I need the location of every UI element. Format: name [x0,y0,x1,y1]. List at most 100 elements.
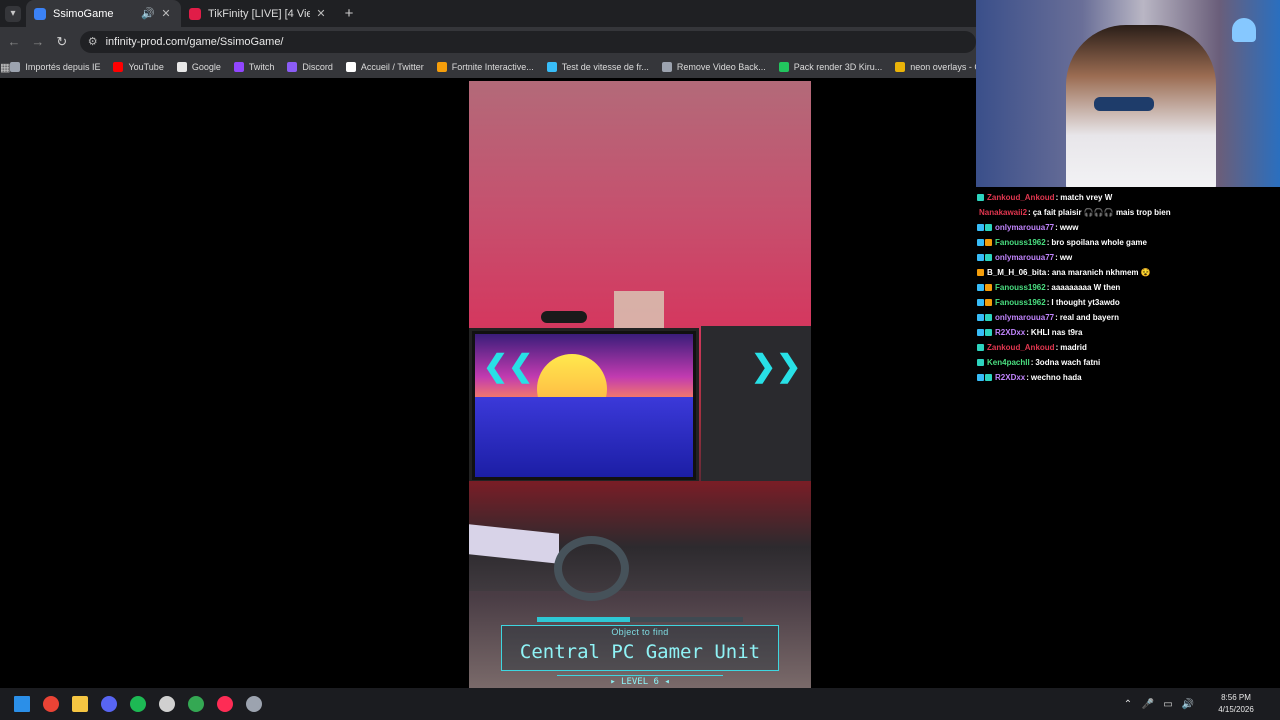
bookmark-item[interactable]: Discord [287,62,333,72]
close-tab-icon[interactable]: ✕ [314,7,328,21]
wall-frame [614,291,664,331]
obs-button[interactable] [152,688,181,720]
bookmark-item[interactable]: Importés depuis IE [10,62,100,72]
chat-text: match vrey W [1060,193,1113,202]
new-tab-button[interactable]: + [336,0,362,27]
chat-separator: : [1030,358,1034,367]
chat-message: Fanouss1962: bro spoilana whole game [976,235,1280,250]
chat-username[interactable]: R2XDxx [995,373,1025,382]
chat-text: ça fait plaisir 🎧🎧🎧 mais trop bien [1032,208,1171,217]
address-bar[interactable]: ⚙ infinity-prod.com/game/SsimoGame/ [79,30,977,53]
settings-button[interactable] [239,688,268,720]
streamer-webcam [976,0,1280,187]
close-tab-icon[interactable]: ✕ [159,7,173,21]
bookmark-label: Discord [302,62,333,72]
chat-username[interactable]: B_M_H_06_bita [987,268,1046,277]
chat-message: Zankoud_Ankoud: match vrey W [976,190,1280,205]
speaker-icon[interactable]: 🔊 [141,7,155,21]
chat-separator: : [1047,268,1050,277]
bookmark-label: Accueil / Twitter [360,62,424,72]
level-indicator: ▸ LEVEL 6 ◂ [557,675,723,688]
browser-toolbar: ← → ↻ ⚙ infinity-prod.com/game/SsimoGame… [0,27,977,56]
chat-username[interactable]: onlymarouua77 [995,223,1054,232]
chat-username[interactable]: Fanouss1962 [995,298,1046,307]
file-explorer-button[interactable] [65,688,94,720]
bookmark-label: neon overlays - Goo... [910,62,976,72]
volume-icon[interactable]: 🔊 [1178,699,1198,710]
chrome-button[interactable] [36,688,65,720]
chat-text: www [1059,223,1079,232]
headset [554,536,629,601]
bookmark-item[interactable]: Accueil / Twitter [345,62,424,72]
bookmark-item[interactable]: Test de vitesse de fr... [546,62,649,72]
chat-message: onlymarouua77: ww [976,250,1280,265]
chrome-beta-button[interactable] [181,688,210,720]
spotify-button[interactable] [123,688,152,720]
file-explorer-icon [71,696,88,712]
chat-separator: : [1046,238,1050,247]
chat-text: madrid [1060,343,1087,352]
bookmark-item[interactable]: Twitch [233,62,274,72]
chat-badge-icon [985,239,992,246]
chat-username[interactable]: Fanouss1962 [995,238,1046,247]
chat-username[interactable]: Fanouss1962 [995,283,1046,292]
live-chat: Zankoud_Ankoud: match vrey W Nanakawaii2: ç… [976,190,1280,385]
taskbar-apps [0,688,268,720]
chat-username[interactable]: Ken4pachll [987,358,1030,367]
bookmark-favicon-icon [546,62,557,72]
chat-text: ana maranich nkhmem 😵 [1051,268,1151,277]
bookmark-item[interactable]: Google [176,62,221,72]
bookmark-item[interactable]: Fortnite Interactive... [436,62,534,72]
microphone-icon[interactable]: 🎤 [1138,699,1158,710]
lamp [1232,18,1256,42]
ssimogame-favicon-icon [34,7,46,20]
chat-separator: : [1055,343,1059,352]
bookmark-favicon-icon [233,62,244,72]
chat-separator: : [1055,313,1058,322]
bookmark-favicon-icon [287,62,298,72]
obs-icon [158,696,175,712]
bookmark-list: Importés depuis IE YouTube Google Twitch Dis… [10,62,976,72]
chat-message: Fanouss1962: aaaaaaaaa W then [976,280,1280,295]
forward-arrow-icon[interactable]: → [26,30,50,54]
clock[interactable]: 8:56 PM 4/15/2026 [1206,692,1266,716]
chat-username[interactable]: R2XDxx [995,328,1025,337]
apps-grid-icon[interactable]: ▦ [0,61,10,74]
chat-badges [977,359,985,366]
display-icon[interactable]: ▭ [1158,699,1178,710]
chat-username[interactable]: Nanakawaii2 [979,208,1027,217]
show-desktop-button[interactable] [1266,688,1280,720]
chat-badge-icon [977,314,984,321]
chevron-left-icon[interactable]: ❮❮ [483,349,533,384]
site-info-icon[interactable]: ⚙ [88,35,98,48]
chevron-right-icon[interactable]: ❯❯ [751,349,801,384]
back-arrow-icon[interactable]: ← [2,30,26,54]
bookmark-label: Test de vitesse de fr... [561,62,649,72]
chat-badge-icon [985,374,992,381]
tab-search-button[interactable]: ▾ [0,0,26,27]
system-tray: ⌃ 🎤 ▭ 🔊 8:56 PM 4/15/2026 [1118,688,1280,720]
reload-icon[interactable]: ↻ [50,30,74,54]
chat-username[interactable]: onlymarouua77 [995,313,1054,322]
tiktok-button[interactable] [210,688,239,720]
chat-username[interactable]: onlymarouua77 [995,253,1054,262]
windows-start-button[interactable] [7,688,36,720]
bookmark-item[interactable]: YouTube [113,62,164,72]
chat-username[interactable]: Zankoud_Ankoud [987,193,1055,202]
object-name: Central PC Gamer Unit [519,641,761,663]
tab-ssimogame[interactable]: SsimoGame 🔊 ✕ [26,0,181,27]
chat-separator: : [1026,328,1029,337]
game-canvas[interactable]: ❮❮ ❯❯ Object to find Central PC Gamer Un… [469,81,811,688]
chat-badge-icon [977,254,984,261]
discord-button[interactable] [94,688,123,720]
chat-username[interactable]: Zankoud_Ankoud [987,343,1055,352]
chat-badges [977,269,985,276]
bookmark-item[interactable]: Remove Video Back... [661,62,766,72]
bookmark-item[interactable]: neon overlays - Goo... [895,62,976,72]
chat-badges [977,329,993,336]
bookmark-item[interactable]: Pack render 3D Kiru... [778,62,882,72]
chat-separator: : [1026,373,1029,382]
chat-badge-icon [977,344,984,351]
tab-tikfinity[interactable]: TikFinity [LIVE] [4 Viewers] ✕ [181,0,336,27]
chevron-up-icon[interactable]: ⌃ [1118,699,1138,710]
